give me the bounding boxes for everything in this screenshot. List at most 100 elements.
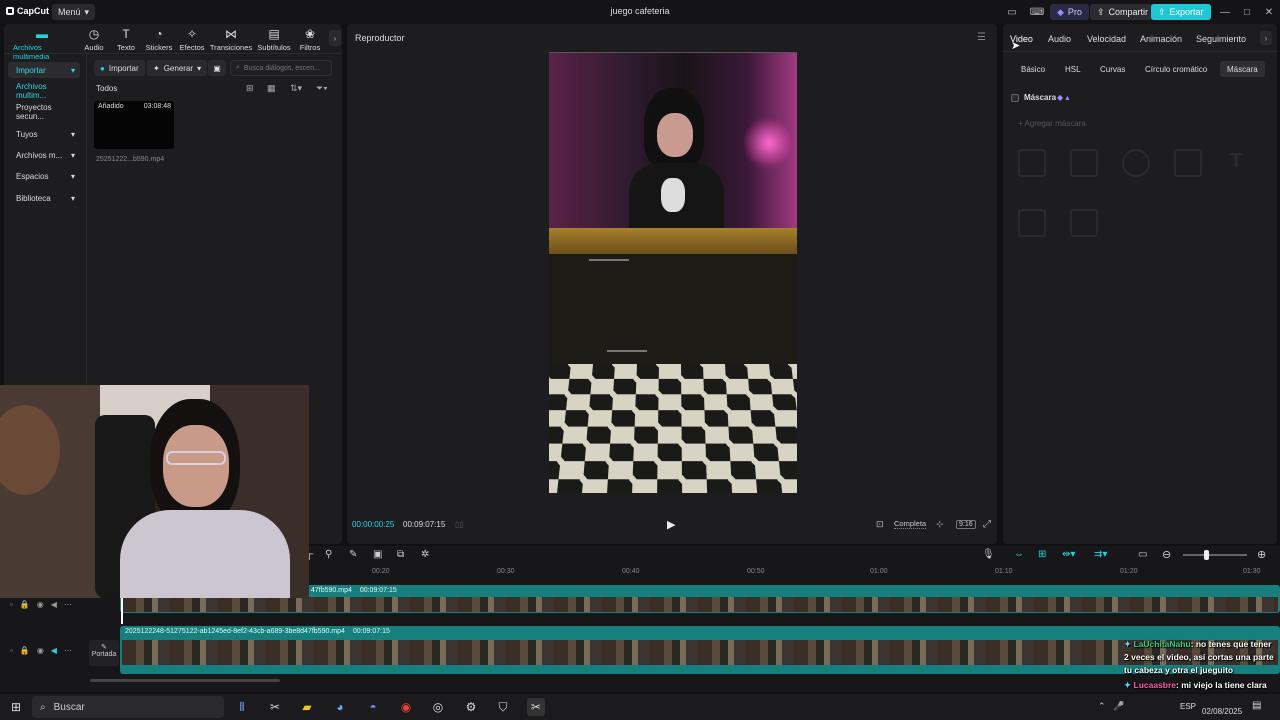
- shortcuts-icon[interactable]: ⌨: [1027, 4, 1047, 20]
- player-menu-icon[interactable]: ☰: [977, 32, 986, 43]
- sidebar-item-import[interactable]: Importar ▾: [8, 62, 80, 78]
- subtab-hsl[interactable]: HSL: [1058, 61, 1088, 77]
- mask-text-icon[interactable]: T: [1230, 150, 1242, 173]
- obs-icon[interactable]: ◎: [429, 698, 447, 716]
- notifications-icon[interactable]: ▤: [1252, 700, 1261, 711]
- link-icon[interactable]: ⇔: [1014, 549, 1024, 560]
- subtab-curves[interactable]: Curvas: [1093, 61, 1132, 77]
- sidebar-item-media-files[interactable]: Archivos multim...: [8, 82, 80, 100]
- steam-icon[interactable]: ◕: [331, 698, 349, 716]
- filter-icon[interactable]: ⏷▾: [316, 83, 328, 94]
- taskbar-date[interactable]: 02/08/2025: [1202, 707, 1242, 716]
- microphone-icon[interactable]: 🎙: [982, 549, 995, 560]
- connect-icon[interactable]: ⇹▾: [1062, 549, 1075, 560]
- subtab-basic[interactable]: Básico: [1014, 61, 1052, 77]
- sort-icon[interactable]: ⇅▾: [290, 83, 302, 94]
- sidebar-item-yours[interactable]: Tuyos ▾: [8, 126, 80, 142]
- new-folder-icon[interactable]: ⊞: [246, 83, 254, 94]
- zoom-slider[interactable]: [1183, 554, 1247, 556]
- video-preview[interactable]: [549, 53, 797, 493]
- cover-button[interactable]: ✎ Portada: [89, 640, 119, 666]
- chrome-icon[interactable]: ◉: [397, 698, 415, 716]
- shield-icon[interactable]: ⛉: [494, 698, 512, 716]
- preview-axis-icon[interactable]: ⇉▾: [1094, 549, 1107, 560]
- tray-mic-icon[interactable]: 🎤: [1113, 701, 1124, 712]
- crop-icon[interactable]: ⊹: [936, 519, 944, 530]
- tray-chevron-icon[interactable]: ⌃: [1098, 701, 1106, 712]
- tab-subtitles[interactable]: ▤ Subtítulos: [254, 28, 294, 53]
- search-input[interactable]: ⌕ Busca diálogos, escen...: [230, 60, 332, 76]
- voice-app-icon[interactable]: ⫴: [233, 698, 251, 716]
- minimize-icon[interactable]: —: [1215, 4, 1235, 20]
- caption-icon[interactable]: ▭: [1138, 549, 1147, 560]
- ai-icon[interactable]: ✲: [421, 549, 429, 560]
- maximize-icon[interactable]: □: [1237, 4, 1257, 20]
- export-button[interactable]: ⇧ Exportar: [1151, 4, 1211, 20]
- capcut-taskbar-icon[interactable]: ✂: [266, 698, 284, 716]
- tab-animation[interactable]: Animación: [1140, 34, 1182, 44]
- folder-icon[interactable]: ▰: [298, 698, 316, 716]
- zoom-slider-handle[interactable]: [1204, 550, 1209, 560]
- sidebar-item-secondary-projects[interactable]: Proyectos secun...: [8, 103, 80, 121]
- mask-linear-icon[interactable]: [1018, 149, 1046, 177]
- taskbar-search[interactable]: ⌕ Buscar: [32, 696, 224, 718]
- settings-icon[interactable]: ⚙: [462, 698, 480, 716]
- subtab-color-wheel[interactable]: Círculo cromático: [1138, 61, 1214, 77]
- tab-speed[interactable]: Velocidad: [1087, 34, 1126, 44]
- export-frame-icon[interactable]: ⧉: [397, 549, 404, 560]
- snapshot-icon[interactable]: ⊡: [876, 519, 884, 530]
- chevron-down-icon: ▾: [70, 193, 75, 203]
- subtab-mask[interactable]: Máscara: [1220, 61, 1265, 77]
- generate-button[interactable]: ✦ Generar ▾: [147, 60, 208, 76]
- aspect-ratio-button[interactable]: 9:16: [956, 520, 976, 529]
- media-clip-thumbnail[interactable]: Añadido 03:08:48: [94, 101, 174, 149]
- tabs-next-icon[interactable]: ›: [329, 30, 341, 46]
- tab-effects[interactable]: ✧ Efectos: [172, 28, 212, 53]
- magic-icon[interactable]: ✎: [349, 549, 357, 560]
- record-button[interactable]: ▣: [208, 60, 226, 76]
- add-mask-button[interactable]: + Agregar máscara: [1018, 119, 1086, 128]
- ruler-tick: 01:10: [995, 568, 1013, 575]
- tab-filters-label: Filtros: [299, 43, 321, 52]
- grid-view-icon[interactable]: ▦: [267, 83, 276, 94]
- discord-icon[interactable]: ◓: [364, 698, 382, 716]
- import-button[interactable]: ● Importar: [94, 60, 145, 76]
- zoom-out-icon[interactable]: ⊖: [1162, 548, 1171, 561]
- sidebar-item-spaces[interactable]: Espacios ▾: [8, 168, 80, 184]
- mask-mirror-icon[interactable]: [1070, 149, 1098, 177]
- freeze-icon[interactable]: ⚲: [325, 549, 332, 560]
- playhead[interactable]: [121, 598, 123, 624]
- mask-circle-icon[interactable]: [1122, 149, 1150, 177]
- tab-filters[interactable]: ❀ Filtros: [290, 28, 330, 53]
- pro-button[interactable]: ◆ Pro: [1050, 4, 1089, 20]
- track1-controls[interactable]: ▫🔒◉◀⋯: [10, 600, 79, 609]
- share-button[interactable]: ⇪ Compartir: [1090, 4, 1156, 20]
- layout-icon[interactable]: ▭: [1002, 4, 1022, 20]
- capcut-active-icon[interactable]: ✂: [527, 698, 545, 716]
- fullscreen-icon[interactable]: ⤢: [983, 519, 991, 530]
- tab-transitions[interactable]: ⋈ Transiciones: [208, 28, 254, 53]
- language-indicator[interactable]: ESP: [1180, 702, 1196, 711]
- play-icon[interactable]: ▶: [667, 518, 675, 531]
- snap-icon[interactable]: ⊞: [1038, 549, 1046, 560]
- windows-start-icon[interactable]: ⊞: [7, 698, 25, 716]
- mask-checkbox[interactable]: [1011, 94, 1019, 102]
- tabs-next-icon[interactable]: ›: [1260, 31, 1272, 45]
- mask-star-icon[interactable]: [1070, 209, 1098, 237]
- tab-audio-props[interactable]: Audio: [1048, 34, 1071, 44]
- chevron-down-icon: ▾: [70, 171, 75, 181]
- sidebar-item-files[interactable]: Archivos m... ▾: [8, 147, 80, 163]
- sidebar-item-library[interactable]: Biblioteca ▾: [8, 190, 80, 206]
- timeline-scrollbar[interactable]: [90, 679, 280, 682]
- close-icon[interactable]: ✕: [1259, 4, 1279, 20]
- mask-heart-icon[interactable]: [1018, 209, 1046, 237]
- quality-selector[interactable]: Completa: [894, 519, 927, 529]
- tab-tracking[interactable]: Seguimiento: [1196, 34, 1246, 44]
- zoom-in-icon[interactable]: ⊕: [1257, 548, 1266, 561]
- tab-media[interactable]: ▬ Archivos multimedia: [13, 28, 71, 62]
- hd-icon[interactable]: ▣: [373, 549, 382, 560]
- mask-rectangle-icon[interactable]: [1174, 149, 1202, 177]
- sidebar-item-label: Proyectos secun...: [16, 103, 52, 121]
- track2-controls[interactable]: ▫🔒◉◀⋯: [10, 646, 79, 655]
- timeline-marker-icon[interactable]: ▯▯: [455, 520, 464, 529]
